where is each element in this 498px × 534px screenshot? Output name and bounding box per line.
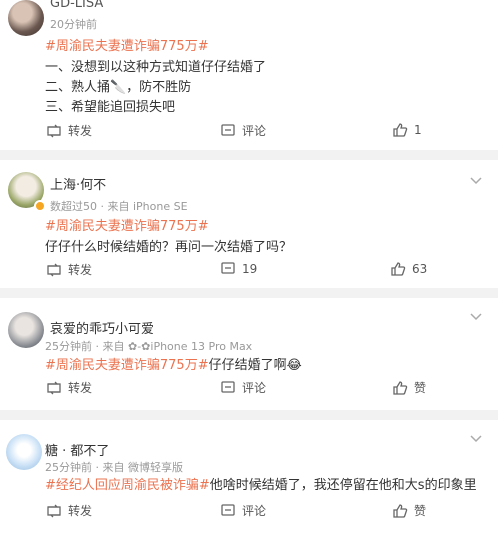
repost-icon <box>47 124 61 137</box>
comment-text: 仔仔什么时候结婚的？再问一次结婚了吗？ <box>45 240 293 255</box>
repost-icon <box>47 504 61 517</box>
username[interactable]: 糖 · 都不了 <box>45 440 109 459</box>
chevron-down-icon[interactable] <box>468 172 484 188</box>
repost-button[interactable]: 转发 <box>46 261 92 278</box>
action-bar: 转发 评论 赞 <box>0 379 498 401</box>
verified-badge <box>34 200 46 212</box>
avatar[interactable] <box>6 434 42 470</box>
repost-icon <box>47 381 61 394</box>
repost-label: 转发 <box>68 381 93 395</box>
like-button[interactable]: 赞 <box>392 502 426 519</box>
username[interactable]: GD-LISA <box>50 0 103 11</box>
divider <box>0 150 498 160</box>
comment-icon <box>221 503 235 516</box>
like-count: 1 <box>414 123 422 137</box>
comment-label: 评论 <box>242 504 267 518</box>
divider <box>0 288 498 298</box>
comment-button[interactable]: 评论 <box>220 379 266 396</box>
like-button[interactable]: 赞 <box>392 379 426 396</box>
username[interactable]: 上海·何不 <box>50 174 106 193</box>
comment-count: 19 <box>242 262 258 276</box>
action-bar: 转发 评论 1 <box>0 122 498 144</box>
comment-card: 糖 · 都不了 25分钟前 · 来自 微博轻享版 #经纪人回应周渝民被诈骗#他啥… <box>0 420 498 534</box>
comment-text: #周渝民夫妻遭诈骗775万#仔仔结婚了啊😂 <box>45 358 302 373</box>
chevron-down-icon[interactable] <box>468 308 484 324</box>
comment-button[interactable]: 19 <box>220 261 257 277</box>
comment-icon <box>221 380 235 393</box>
timestamp: 20分钟前 <box>50 18 97 31</box>
repost-button[interactable]: 转发 <box>46 122 92 139</box>
comment-card: 上海·何不 数超过50 · 来自 iPhone SE #周渝民夫妻遭诈骗775万… <box>0 160 498 288</box>
timestamp: 25分钟前 · 来自 微博轻享版 <box>45 461 183 474</box>
username[interactable]: 哀爱的乖巧小可爱 <box>50 318 154 337</box>
thumb-up-icon <box>393 123 408 137</box>
like-label: 赞 <box>414 504 427 518</box>
comment-button[interactable]: 评论 <box>220 122 266 139</box>
repost-button[interactable]: 转发 <box>46 502 92 519</box>
timestamp: 数超过50 · 来自 iPhone SE <box>50 200 188 213</box>
chevron-down-icon[interactable] <box>468 430 484 446</box>
comment-icon <box>221 123 235 136</box>
repost-label: 转发 <box>68 504 93 518</box>
like-button[interactable]: 63 <box>390 261 427 277</box>
divider <box>0 410 498 420</box>
topic-tag[interactable]: #周渝民夫妻遭诈骗775万# <box>45 35 209 54</box>
action-bar: 转发 19 63 <box>0 261 498 283</box>
like-label: 赞 <box>414 381 427 395</box>
comment-card: 哀爱的乖巧小可爱 25分钟前 · 来自 ✿-✿iPhone 13 Pro Max… <box>0 298 498 410</box>
comment-line-2: 二、熟人捅🔪，防不胜防 <box>45 80 192 95</box>
avatar[interactable] <box>8 0 44 36</box>
repost-icon <box>47 263 61 276</box>
repost-button[interactable]: 转发 <box>46 379 92 396</box>
topic-tag[interactable]: #经纪人回应周渝民被诈骗# <box>45 478 210 493</box>
thumb-up-icon <box>393 503 408 518</box>
comment-line-1: 一、没想到以这种方式知道仔仔结婚了 <box>45 60 267 75</box>
timestamp: 25分钟前 · 来自 ✿-✿iPhone 13 Pro Max <box>45 340 253 353</box>
repost-label: 转发 <box>68 124 93 138</box>
like-count: 63 <box>412 262 428 276</box>
comment-icon <box>221 262 235 274</box>
comment-line-3: 三、希望能追回损失吧 <box>45 100 176 115</box>
comment-label: 评论 <box>242 124 267 138</box>
comment-card: GD-LISA 20分钟前 #周渝民夫妻遭诈骗775万# 一、没想到以这种方式知… <box>0 0 498 150</box>
like-button[interactable]: 1 <box>392 122 422 138</box>
avatar[interactable] <box>8 312 44 348</box>
repost-label: 转发 <box>68 263 93 277</box>
thumb-up-icon <box>393 380 408 395</box>
comment-label: 评论 <box>242 381 267 395</box>
action-bar: 转发 评论 赞 <box>0 502 498 524</box>
topic-tag[interactable]: #周渝民夫妻遭诈骗775万# <box>45 358 209 373</box>
thumb-up-icon <box>391 262 406 276</box>
topic-tag[interactable]: #周渝民夫妻遭诈骗775万# <box>45 215 209 234</box>
comment-button[interactable]: 评论 <box>220 502 266 519</box>
comment-text: #经纪人回应周渝民被诈骗#他啥时候结婚了，我还停留在他和大s的印象里 <box>45 478 477 493</box>
